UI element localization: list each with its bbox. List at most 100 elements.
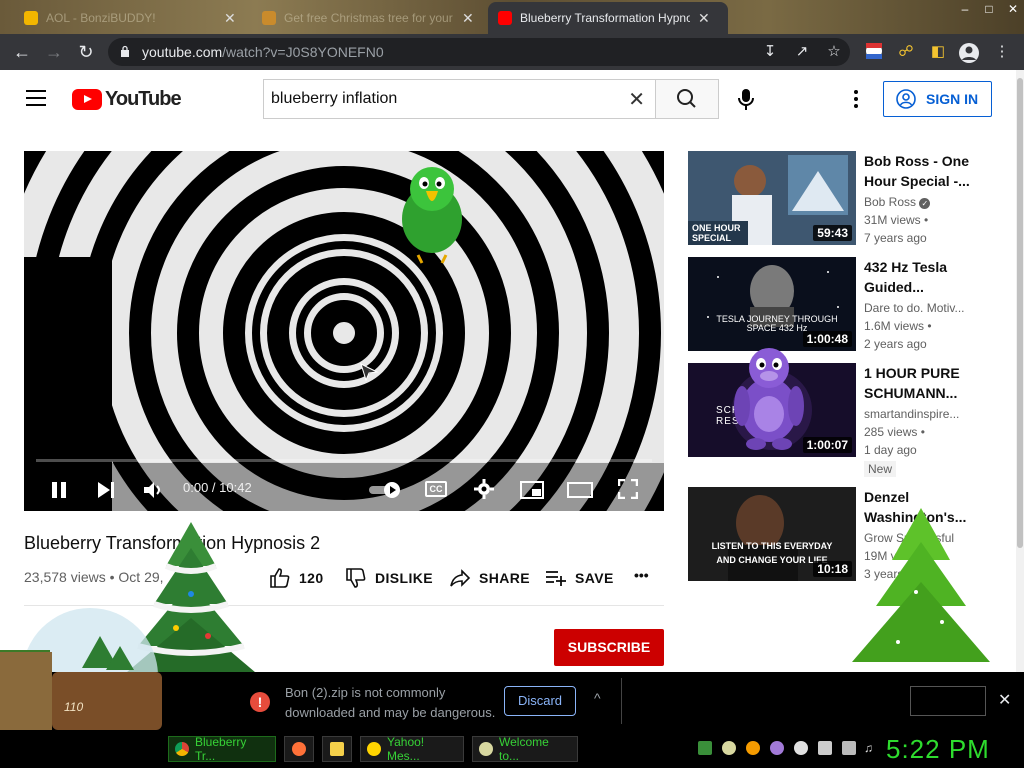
search-query-text: blueberry inflation — [271, 90, 398, 107]
browser-toolbar: ← → ↻ youtube.com/watch?v=J0S8YONEFN0 ↧ … — [0, 34, 1024, 70]
channel-name[interactable]: Dare to do. Motiv... — [864, 301, 964, 315]
subscribe-button[interactable]: SUBSCRIBE — [554, 629, 664, 666]
back-arrow-icon[interactable]: ← — [10, 40, 34, 64]
tray-parrot-icon[interactable] — [722, 741, 736, 755]
taskbar-button-folder[interactable] — [322, 736, 352, 762]
video-title[interactable]: 1 HOUR PURE SCHUMANN... — [864, 363, 974, 403]
tray-volume-icon[interactable]: ♫ — [864, 741, 878, 755]
tab-title: Get free Christmas tree for your — [284, 11, 453, 25]
tab-close-icon[interactable]: ✕ — [224, 10, 236, 27]
profile-avatar-icon[interactable] — [958, 42, 979, 63]
video-thumbnail[interactable]: LISTEN TO THIS EVERYDAY AND CHANGE YOUR … — [688, 487, 856, 581]
clear-search-icon[interactable]: ✕ — [628, 87, 645, 112]
autoplay-toggle-icon[interactable] — [368, 481, 402, 499]
install-app-icon[interactable]: ↧ — [760, 42, 780, 62]
page-scrollbar[interactable] — [1016, 70, 1024, 672]
volume-icon[interactable] — [142, 481, 164, 499]
puzzle-extensions-icon[interactable]: ☍ — [896, 42, 916, 62]
video-duration: 59:43 — [813, 225, 852, 241]
tab-close-icon[interactable]: ✕ — [462, 10, 474, 27]
address-bar[interactable]: youtube.com/watch?v=J0S8YONEFN0 — [108, 38, 850, 66]
aol-favicon-icon — [24, 11, 38, 25]
taskbar-label: Blueberry Tr... — [195, 735, 247, 763]
share-page-icon[interactable]: ↗ — [792, 42, 812, 62]
scrollbar-thumb[interactable] — [1017, 78, 1023, 548]
save-button[interactable]: SAVE — [545, 567, 614, 589]
tab-close-icon[interactable]: ✕ — [698, 10, 710, 27]
like-button[interactable]: 120 — [269, 567, 324, 589]
close-window-icon[interactable]: ✕ — [1002, 0, 1024, 18]
youtube-wordmark: YouTube — [105, 88, 182, 110]
next-video-icon[interactable] — [96, 481, 116, 499]
browser-menu-icon[interactable]: ⋮ — [992, 42, 1012, 62]
video-title[interactable]: 432 Hz Tesla Guided... — [864, 257, 974, 297]
channel-name[interactable]: smartandinspire... — [864, 407, 959, 421]
hamburger-menu-icon[interactable] — [26, 90, 46, 106]
taskbar-button-welcome[interactable]: Welcome to... — [472, 735, 578, 763]
share-arrow-icon — [450, 569, 471, 587]
tab-blueberry-hypnosis[interactable]: Blueberry Transformation Hypno ✕ — [488, 2, 728, 34]
tray-search-icon[interactable] — [746, 741, 760, 755]
purple-gorilla-character-icon[interactable] — [728, 340, 810, 452]
dislike-button[interactable]: DISLIKE — [345, 567, 433, 589]
close-download-bar-icon[interactable]: ✕ — [998, 690, 1011, 710]
taskbar-button-yahoo-messenger[interactable]: Yahoo! Mes... — [360, 735, 464, 763]
settings-gear-icon[interactable] — [474, 479, 494, 499]
side-panel-icon[interactable]: ◧ — [928, 42, 948, 62]
video-thumbnail[interactable]: ONE HOUR SPECIAL 59:43 — [688, 151, 856, 245]
yahoo-smiley-icon — [367, 742, 381, 756]
settings-kebab-icon[interactable] — [846, 87, 866, 111]
search-button[interactable] — [655, 79, 719, 119]
share-button[interactable]: SHARE — [449, 567, 530, 589]
theater-mode-icon[interactable] — [567, 481, 593, 499]
reload-icon[interactable]: ↻ — [74, 40, 98, 64]
flag-extension-icon[interactable] — [864, 42, 884, 62]
window-controls: – □ ✕ — [954, 0, 1024, 20]
tab-christmas-tree[interactable]: Get free Christmas tree for your ✕ — [252, 2, 484, 34]
discard-download-button[interactable]: Discard — [504, 686, 576, 716]
thumbs-up-icon — [270, 568, 290, 588]
youtube-logo[interactable]: YouTube — [72, 88, 182, 111]
upload-age: 7 years ago — [864, 231, 927, 245]
search-input[interactable]: blueberry inflation ✕ — [263, 79, 655, 119]
download-options-caret-icon[interactable]: ^ — [594, 690, 601, 706]
tray-flag-icon[interactable] — [818, 741, 832, 755]
green-parrot-character-icon[interactable] — [396, 161, 468, 265]
maximize-icon[interactable]: □ — [978, 0, 1000, 18]
view-count: 285 views • — [864, 425, 925, 439]
progress-bar[interactable] — [36, 459, 652, 462]
video-player[interactable]: 0:00 / 10:42 CC — [24, 151, 664, 511]
taskbar-button-chrome[interactable]: Blueberry Tr... — [168, 735, 276, 763]
miniplayer-icon[interactable] — [520, 481, 544, 499]
hypnotic-spiral-frame — [24, 151, 664, 511]
video-title[interactable]: Bob Ross - One Hour Special -... — [864, 151, 974, 191]
tray-status-icon[interactable] — [794, 741, 808, 755]
video-thumbnail[interactable]: TESLA JOURNEY THROUGH SPACE 432 Hz 1:00:… — [688, 257, 856, 351]
minimize-icon[interactable]: – — [954, 0, 976, 18]
add-to-playlist-icon — [546, 571, 566, 586]
pause-icon[interactable] — [50, 481, 68, 499]
microphone-icon[interactable] — [733, 86, 759, 112]
fullscreen-icon[interactable] — [618, 479, 638, 499]
video-time: 0:00 / 10:42 — [183, 480, 252, 495]
more-actions-icon[interactable]: ••• — [634, 567, 649, 583]
new-badge: New — [864, 461, 897, 477]
channel-name[interactable]: Bob Ross ✓ — [864, 195, 931, 209]
bookmark-star-icon[interactable]: ☆ — [824, 42, 844, 62]
christmas-tree-desktop-icon[interactable] — [846, 502, 996, 672]
tab-aol-bonzibuddy[interactable]: AOL - BonziBUDDY! ✕ — [14, 2, 246, 34]
taskbar-clock[interactable]: 5:22 PM — [886, 734, 990, 765]
recommended-video[interactable]: ONE HOUR SPECIAL 59:43 Bob Ross - One Ho… — [688, 151, 1008, 247]
recommended-video[interactable]: TESLA JOURNEY THROUGH SPACE 432 Hz 1:00:… — [688, 257, 1008, 353]
tray-gorilla-icon[interactable] — [770, 741, 784, 755]
firefox-icon — [292, 742, 306, 756]
thumbnail-overlay-text: ONE HOUR SPECIAL — [692, 223, 741, 243]
download-warning-item: ! Bon (2).zip is not commonly downloaded… — [238, 678, 622, 724]
forward-arrow-icon[interactable]: → — [42, 40, 66, 64]
captions-button[interactable]: CC — [425, 481, 447, 497]
tray-network-icon[interactable] — [842, 741, 856, 755]
sign-in-button[interactable]: SIGN IN — [883, 81, 992, 117]
snow-globe-label: 110 — [64, 700, 84, 714]
taskbar-button-firefox[interactable] — [284, 736, 314, 762]
tray-tree-icon[interactable] — [698, 741, 712, 755]
